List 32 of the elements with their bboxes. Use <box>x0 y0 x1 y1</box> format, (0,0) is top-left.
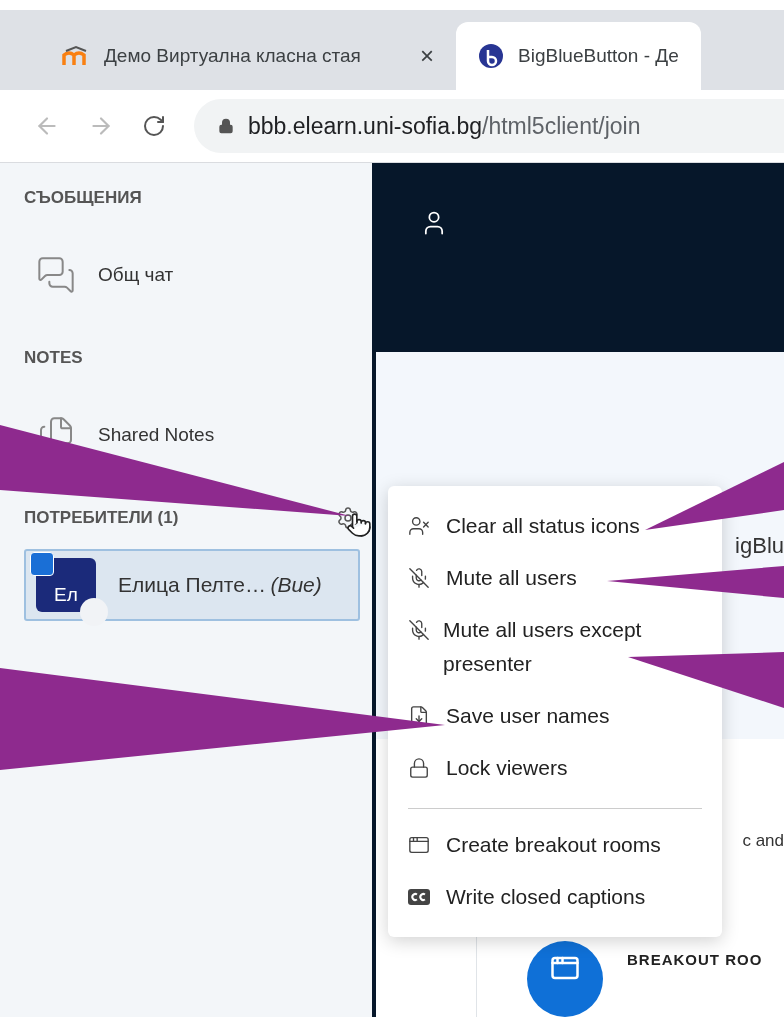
lock-icon <box>218 118 234 134</box>
menu-item[interactable]: Clear all status icons <box>408 500 702 552</box>
sidebar-item[interactable]: Shared Notes <box>98 424 215 446</box>
address-bar[interactable]: bbb.elearn.uni-sofia.bg/html5client/join <box>194 99 784 153</box>
section-heading: СЪОБЩЕНИЯ <box>24 187 143 209</box>
self-label: (Вие) <box>270 573 322 596</box>
mic-off-icon <box>408 567 430 589</box>
welcome-text: igBlu <box>735 532 784 559</box>
chat-bubbles-icon <box>36 255 76 295</box>
reload-icon[interactable] <box>142 114 166 138</box>
section-heading: ПОТРЕБИТЕЛИ (1) <box>24 508 179 528</box>
menu-item[interactable]: Mute all users <box>408 552 702 604</box>
menu-item[interactable]: Mute all users except presenter <box>408 604 702 690</box>
sidebar-item[interactable]: Общ чат <box>98 264 174 286</box>
lock-icon <box>408 757 430 779</box>
settings-icon[interactable] <box>336 506 360 530</box>
menu-item[interactable]: Lock viewers <box>408 742 702 794</box>
browser-tab[interactable]: Демо Виртуална класна стая × <box>40 22 456 90</box>
windows-icon <box>408 834 430 856</box>
close-tab-button[interactable]: × <box>420 42 434 70</box>
site-logo-icon <box>478 43 504 69</box>
menu-item[interactable]: Write closed captions <box>408 871 702 923</box>
user-name: Елица Пелте… <box>118 573 266 596</box>
hand-cursor-icon <box>346 512 372 538</box>
section-heading: NOTES <box>24 347 84 369</box>
captions-icon <box>408 889 430 905</box>
mic-off-icon <box>408 619 430 641</box>
browser-tab[interactable]: BigBlueButton - Де <box>456 22 701 90</box>
breakout-heading: BREAKOUT ROO <box>627 951 763 970</box>
menu-item[interactable]: Create breakout rooms <box>408 819 702 871</box>
user-status-icon <box>408 515 430 537</box>
body-text: c and <box>742 831 784 851</box>
